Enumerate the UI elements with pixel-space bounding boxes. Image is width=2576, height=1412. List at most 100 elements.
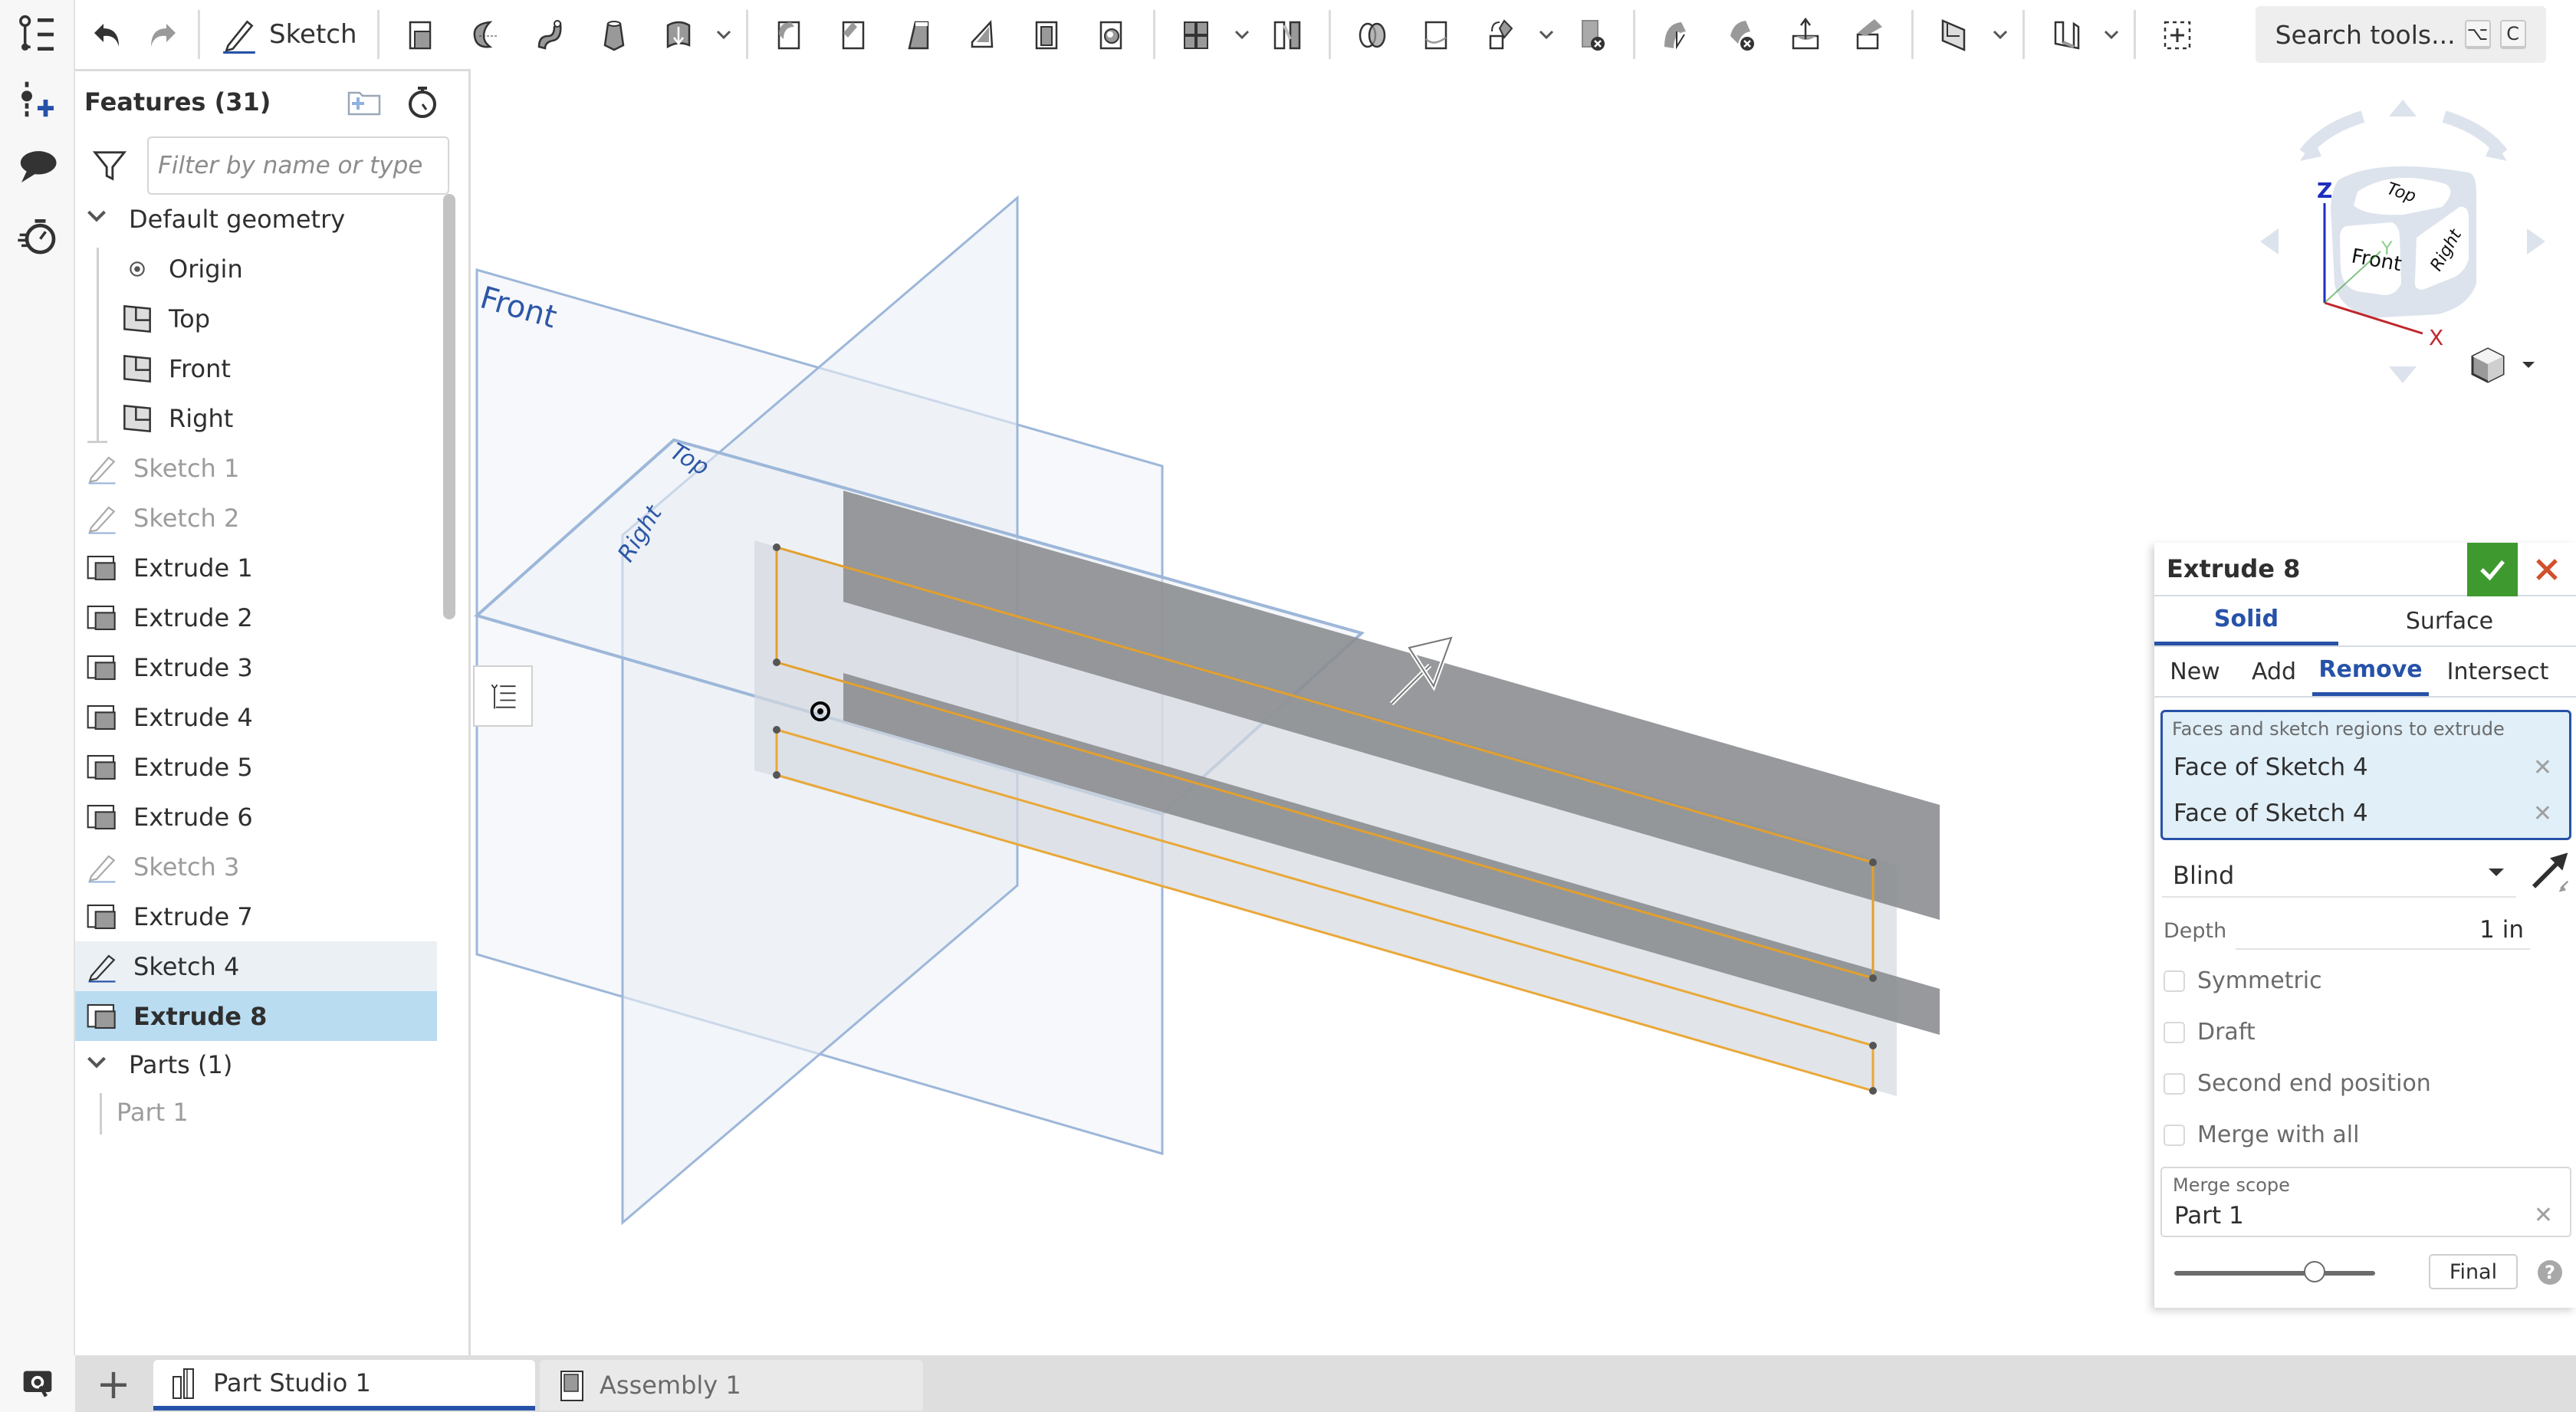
depth-input[interactable]	[2236, 911, 2530, 950]
more-tools-caret[interactable]	[1229, 8, 1255, 61]
split-button[interactable]	[1405, 8, 1469, 61]
feature-item-extrude-7[interactable]: Extrude 7	[75, 892, 437, 941]
checkbox-merge-with-all[interactable]: Merge with all	[2154, 1109, 2576, 1161]
feature-item-extrude-1[interactable]: Extrude 1	[75, 543, 437, 593]
chamfer-button[interactable]	[822, 8, 886, 61]
sketch-button[interactable]: Sketch	[209, 8, 368, 61]
selection-item[interactable]: Face of Sketch 4 ✕	[2163, 744, 2569, 790]
more-tools-caret[interactable]	[2098, 8, 2124, 61]
filter-input[interactable]	[147, 136, 449, 195]
more-tools-caret[interactable]	[1533, 8, 1559, 61]
rotate-left-arrow[interactable]	[2260, 228, 2279, 254]
boolean-button[interactable]	[1340, 8, 1405, 61]
checkbox-second-end-position[interactable]: Second end position	[2154, 1058, 2576, 1109]
checkbox[interactable]	[2164, 1124, 2185, 1146]
tab-part-studio[interactable]: Part Studio 1	[153, 1360, 535, 1410]
accept-button[interactable]	[2467, 543, 2518, 596]
op-add[interactable]: Add	[2236, 647, 2312, 696]
redo-button[interactable]	[135, 8, 189, 61]
tree-item-right[interactable]: Right	[75, 393, 437, 443]
op-new[interactable]: New	[2154, 647, 2236, 696]
search-tabs-icon[interactable]	[21, 1367, 54, 1401]
feature-item-extrude-8[interactable]: Extrude 8	[75, 991, 437, 1041]
transform-button[interactable]	[1469, 8, 1533, 61]
help-button[interactable]: ?	[2538, 1260, 2562, 1285]
extrude-button[interactable]	[389, 8, 453, 61]
checkbox-symmetric[interactable]: Symmetric	[2154, 955, 2576, 1006]
more-tools-caret[interactable]	[1987, 8, 2013, 61]
checkbox[interactable]	[2164, 1072, 2185, 1095]
rollback-slider-thumb[interactable]	[2304, 1261, 2326, 1282]
tree-group-parts[interactable]: Parts (1)	[75, 1041, 437, 1089]
checkbox[interactable]	[2164, 970, 2185, 992]
selection-item[interactable]: Face of Sketch 4 ✕	[2163, 790, 2569, 836]
rotate-right-arrow[interactable]	[2527, 228, 2545, 254]
search-tools-button[interactable]: Search tools... ⌥ C	[2255, 6, 2546, 63]
rollback-timer-header-button[interactable]	[404, 84, 441, 120]
add-folder-button[interactable]	[346, 84, 383, 120]
merge-scope-field[interactable]: Merge scope Part 1 ✕	[2160, 1167, 2571, 1237]
feature-item-extrude-6[interactable]: Extrude 6	[75, 792, 437, 842]
rotate-up-arrow[interactable]	[2389, 100, 2417, 117]
move-face-button[interactable]	[1773, 8, 1838, 61]
tree-item-origin[interactable]: Origin	[75, 244, 437, 294]
feature-list-button[interactable]	[11, 8, 64, 61]
chevron-down-icon[interactable]	[86, 1052, 113, 1079]
insert-variable-button[interactable]	[11, 73, 64, 126]
remove-selection-icon[interactable]: ✕	[2533, 800, 2552, 827]
merge-scope-item[interactable]: Part 1 ✕	[2162, 1202, 2570, 1230]
feature-item-sketch-4[interactable]: Sketch 4	[75, 941, 437, 991]
checkbox-draft[interactable]: Draft	[2154, 1006, 2576, 1058]
rollback-timer-button[interactable]	[11, 209, 64, 262]
tree-item-front[interactable]: Front	[75, 343, 437, 393]
add-tab-button[interactable]: +	[89, 1355, 138, 1412]
sweep-button[interactable]	[518, 8, 582, 61]
shell-button[interactable]	[1015, 8, 1079, 61]
thicken-button[interactable]	[646, 8, 711, 61]
draft-button[interactable]	[886, 8, 951, 61]
tab-surface[interactable]: Surface	[2338, 596, 2561, 645]
cancel-button[interactable]	[2522, 543, 2571, 596]
remove-merge-scope-icon[interactable]: ✕	[2534, 1202, 2553, 1229]
tree-group-default-geometry[interactable]: Default geometry	[75, 194, 437, 244]
rotate-down-arrow[interactable]	[2389, 366, 2417, 383]
replace-face-button[interactable]	[1838, 8, 1902, 61]
rollback-slider[interactable]	[2174, 1261, 2375, 1282]
feature-item-sketch-2[interactable]: Sketch 2	[75, 493, 437, 543]
part-item[interactable]: Part 1	[75, 1089, 437, 1136]
delete-part-button[interactable]	[1559, 8, 1624, 61]
feature-item-extrude-4[interactable]: Extrude 4	[75, 692, 437, 742]
feature-item-sketch-1[interactable]: Sketch 1	[75, 443, 437, 493]
op-intersect[interactable]: Intersect	[2429, 647, 2567, 696]
view-options-button[interactable]	[2471, 347, 2535, 383]
add-custom-feature-button[interactable]	[2145, 8, 2210, 61]
more-tools-caret[interactable]	[711, 8, 737, 61]
plane-button[interactable]	[1923, 8, 1987, 61]
revolve-button[interactable]	[453, 8, 518, 61]
feature-list-scrollbar[interactable]	[443, 194, 455, 1106]
filter-icon[interactable]	[92, 148, 127, 183]
op-remove[interactable]: Remove	[2312, 647, 2429, 696]
chevron-down-icon[interactable]	[86, 205, 113, 232]
fillet-button[interactable]	[757, 8, 822, 61]
mirror-button[interactable]	[1255, 8, 1319, 61]
feature-item-extrude-5[interactable]: Extrude 5	[75, 742, 437, 792]
remove-selection-icon[interactable]: ✕	[2533, 754, 2552, 781]
feature-item-sketch-3[interactable]: Sketch 3	[75, 842, 437, 892]
comments-button[interactable]	[11, 140, 64, 193]
view-cube[interactable]: Top Front Right Z X Y	[2239, 84, 2576, 399]
tree-item-top[interactable]: Top	[75, 294, 437, 343]
delete-face-button[interactable]	[1709, 8, 1773, 61]
loft-button[interactable]	[582, 8, 646, 61]
checkbox[interactable]	[2164, 1021, 2185, 1043]
final-button[interactable]: Final	[2429, 1254, 2518, 1289]
scrollbar-thumb[interactable]	[443, 194, 455, 619]
show-feature-list-button[interactable]	[473, 665, 533, 727]
flip-direction-button[interactable]	[2528, 851, 2571, 894]
sheet-metal-button[interactable]	[2034, 8, 2098, 61]
feature-item-extrude-2[interactable]: Extrude 2	[75, 593, 437, 642]
rib-button[interactable]	[951, 8, 1015, 61]
selection-field[interactable]: Faces and sketch regions to extrude Face…	[2160, 710, 2571, 840]
feature-item-extrude-3[interactable]: Extrude 3	[75, 642, 437, 692]
tab-solid[interactable]: Solid	[2154, 596, 2338, 645]
